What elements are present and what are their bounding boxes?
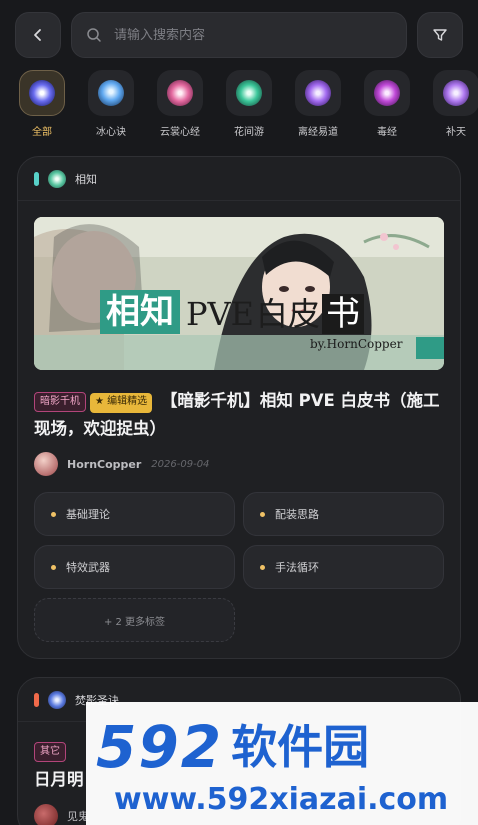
filter-icon (433, 29, 447, 41)
cloud-dress-icon (157, 70, 203, 116)
category-label: 冰心诀 (96, 127, 126, 138)
tag-dot-icon (260, 564, 265, 570)
author-name: HornCopper (67, 457, 142, 471)
category-label: 花间游 (234, 127, 264, 138)
tag-dot-icon (51, 511, 56, 517)
category-pill: 其它 (34, 742, 66, 762)
xiangzhi-icon (48, 169, 66, 188)
tag-dot-icon (51, 564, 56, 570)
category-label: 离经易道 (298, 127, 338, 138)
category-butian[interactable]: 补天 (433, 70, 478, 140)
category-huajian[interactable]: 花间游 (226, 70, 272, 140)
banner-byline: by.HornCopper (310, 337, 403, 351)
author-pill: 暗影千机 (34, 392, 86, 412)
more-tags-label: + 2 更多标签 (103, 616, 166, 628)
post-card[interactable]: 相知 相知 PVE 白皮 书 by.HornCopper 暗影千机 ★ 编辑精选… (17, 156, 461, 659)
search-input[interactable] (114, 27, 394, 43)
avatar (34, 452, 58, 476)
watermark-url: www.592xiazai.com (114, 782, 449, 817)
category-label: 补天 (446, 127, 466, 138)
tag-label: 手法循环 (275, 561, 319, 574)
watermark-logo: 592 软件园 (96, 716, 369, 778)
category-row: 全部 冰心诀 云裳心经 花间游 离经易道 毒经 补天 (19, 70, 478, 140)
site-watermark: 592 软件园 www.592xiazai.com (86, 702, 478, 825)
category-lijing[interactable]: 离经易道 (295, 70, 341, 140)
section-accent-bar (34, 692, 39, 707)
ice-heart-icon (88, 70, 134, 116)
more-tags-button[interactable]: + 2 更多标签 (34, 598, 235, 642)
tag-label: 基础理论 (66, 508, 110, 521)
banner-pve-text: PVE (186, 295, 254, 333)
category-label: 云裳心经 (160, 127, 200, 138)
search-bar[interactable] (71, 12, 407, 58)
avatar (34, 804, 58, 825)
filter-button[interactable] (417, 12, 463, 58)
section-accent-bar (34, 171, 39, 186)
flower-icon (226, 70, 272, 116)
watermark-name: 软件园 (231, 720, 370, 774)
fenying-icon (48, 690, 66, 709)
post-title: 日月明 (34, 770, 84, 789)
chevron-left-icon (34, 29, 41, 41)
healing-icon (295, 70, 341, 116)
post-title-block[interactable]: 暗影千机 ★ 编辑精选 【暗影千机】相知 PVE 白皮书（施工现场，欢迎捉虫） (34, 387, 446, 443)
post-author[interactable]: 见鬼 (34, 804, 89, 825)
banner-title: 相知 PVE 白皮 书 (100, 290, 365, 334)
editor-pick-badge: ★ 编辑精选 (90, 393, 153, 413)
tag-label: 配装思路 (275, 508, 319, 521)
category-label: 全部 (32, 127, 52, 138)
category-yunshang[interactable]: 云裳心经 (157, 70, 203, 140)
section-title: 相知 (75, 172, 97, 186)
category-all[interactable]: 全部 (19, 70, 65, 140)
post-date: 2026-09-04 (151, 458, 210, 470)
back-button[interactable] (15, 12, 61, 58)
tag-chip[interactable]: 手法循环 (243, 545, 444, 589)
post-title-line: 暗影千机 ★ 编辑精选 【暗影千机】相知 PVE 白皮书（施工现场，欢迎捉虫） (34, 387, 446, 443)
card-header: 相知 (18, 157, 460, 201)
mend-sky-icon (433, 70, 478, 116)
tag-chip[interactable]: 基础理论 (34, 492, 235, 536)
top-bar (0, 0, 478, 66)
search-icon (87, 28, 101, 42)
tag-label: 特效武器 (66, 561, 110, 574)
post-author[interactable]: HornCopper 2026-09-04 (34, 452, 209, 476)
banner-book-text: 书 (322, 294, 365, 334)
tag-chip[interactable]: 配装思路 (243, 492, 444, 536)
tag-chip[interactable]: 特效武器 (34, 545, 235, 589)
all-icon (19, 70, 65, 116)
category-label: 毒经 (377, 127, 397, 138)
poison-icon (364, 70, 410, 116)
tag-dot-icon (260, 511, 265, 517)
category-bingxinjue[interactable]: 冰心诀 (88, 70, 134, 140)
banner-main-text: 相知 (100, 290, 180, 334)
watermark-number: 592 (96, 713, 224, 781)
post-banner-image[interactable]: 相知 PVE 白皮 书 by.HornCopper (34, 217, 444, 370)
category-dujing[interactable]: 毒经 (364, 70, 410, 140)
banner-white-text: 白皮 (256, 295, 321, 333)
